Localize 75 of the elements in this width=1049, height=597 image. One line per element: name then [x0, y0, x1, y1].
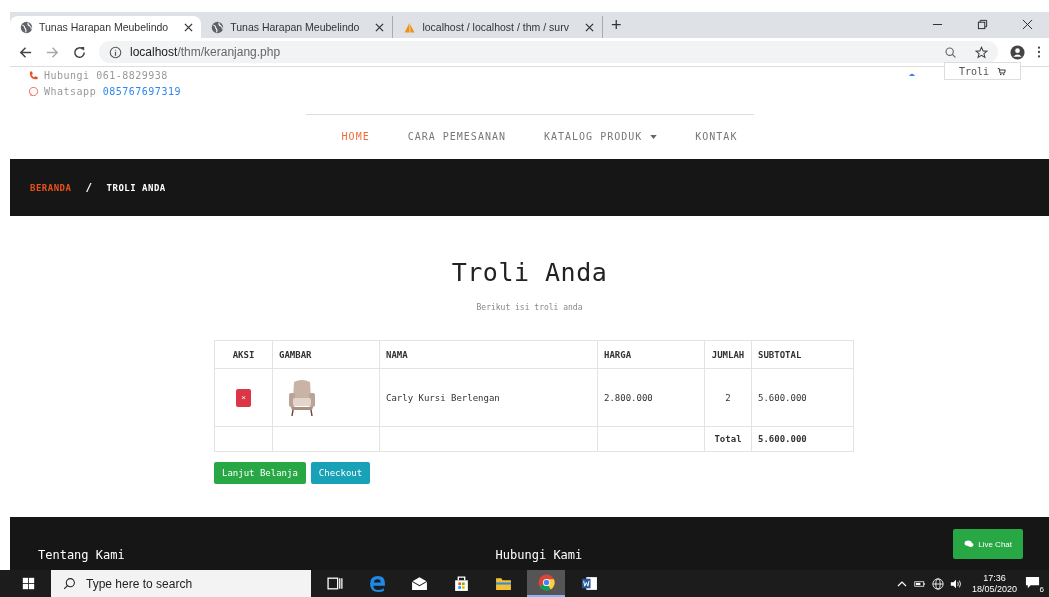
- cart-button[interactable]: Troli: [943, 62, 1021, 80]
- tab-title: Tunas Harapan Meubelindo: [39, 21, 170, 33]
- whatsapp-label: Whatsapp: [44, 86, 97, 97]
- column-header: SUBTOTAL: [751, 340, 854, 369]
- breadcrumb-separator: /: [85, 181, 93, 194]
- column-header: AKSI: [214, 340, 273, 369]
- reload-icon[interactable]: [72, 44, 87, 60]
- restore-icon[interactable]: [977, 19, 988, 30]
- search-icon: [63, 577, 76, 590]
- live-chat-button[interactable]: Live Chat: [953, 529, 1023, 559]
- total-label: Total: [704, 426, 752, 452]
- nav-link[interactable]: HOME: [341, 131, 370, 142]
- chat-icon: [964, 540, 975, 548]
- action-button[interactable]: Lanjut Belanja: [214, 462, 306, 484]
- phone-icon: [28, 70, 39, 81]
- table-cell: Carly Kursi Berlengan: [379, 368, 598, 427]
- browser-tab[interactable]: localhost / localhost / thm / surv: [393, 16, 603, 38]
- globe-icon: [20, 20, 33, 34]
- task-view-icon[interactable]: [327, 575, 344, 592]
- folder-icon[interactable]: [495, 575, 512, 592]
- page-title: Troli Anda: [451, 258, 608, 287]
- notification-count: 6: [1038, 584, 1045, 594]
- globe-icon[interactable]: [931, 577, 944, 590]
- globe-icon: [211, 20, 225, 34]
- table-cell: 2: [704, 368, 752, 427]
- page-subtitle: Berikut isi troli anda: [476, 303, 583, 312]
- browser-tab[interactable]: Tunas Harapan Meubelindo: [10, 16, 202, 38]
- new-tab-button[interactable]: +: [602, 12, 630, 38]
- table-cell: 2.800.000: [597, 368, 705, 427]
- windows-logo-icon[interactable]: [22, 577, 35, 590]
- whatsapp-link[interactable]: 085767697319: [102, 86, 181, 97]
- footer-heading: Hubungi Kami: [495, 548, 583, 562]
- edge-browser-icon[interactable]: [369, 575, 386, 592]
- chrome-logo-icon: [537, 574, 555, 591]
- notification-icon[interactable]: [1025, 574, 1040, 590]
- column-header: JUMLAH: [704, 340, 752, 369]
- phone-number-text: Hubungi 061-8829938: [44, 70, 168, 81]
- column-header: GAMBAR: [272, 340, 380, 369]
- profile-icon[interactable]: [1010, 44, 1025, 60]
- address-bar[interactable]: localhost/thm/keranjang.php: [99, 41, 998, 63]
- tab-title: Tunas Harapan Meubelindo: [230, 21, 361, 33]
- tab-title: localhost / localhost / thm / surv: [422, 21, 570, 33]
- store-bag-icon[interactable]: [453, 575, 470, 592]
- total-value: 5.600.000: [751, 426, 854, 452]
- breadcrumb-link[interactable]: BERANDA: [30, 182, 72, 193]
- breadcrumb-current: TROLI ANDA: [106, 182, 166, 193]
- mail-icon[interactable]: [411, 575, 428, 592]
- star-icon[interactable]: [975, 45, 988, 59]
- word-document-icon[interactable]: [581, 575, 598, 592]
- zoom-icon[interactable]: [944, 45, 957, 59]
- sail-logo-icon: [403, 20, 417, 34]
- clock-date: 18/05/2020: [971, 583, 1017, 595]
- close-icon[interactable]: [375, 22, 385, 32]
- close-icon[interactable]: [1022, 19, 1033, 30]
- nav-link[interactable]: CARA PEMESANAN: [407, 131, 506, 142]
- close-icon[interactable]: [584, 22, 594, 32]
- nav-link[interactable]: KONTAK: [695, 131, 738, 142]
- column-header: HARGA: [597, 340, 705, 369]
- close-icon[interactable]: [184, 22, 194, 32]
- chrome-taskbar-button[interactable]: [527, 570, 565, 597]
- delete-button[interactable]: ×: [236, 388, 251, 407]
- footer-heading: Tentang Kami: [38, 548, 125, 562]
- clock-time: 17:36: [983, 572, 1006, 584]
- speaker-icon[interactable]: [949, 577, 962, 590]
- taskbar-search-field[interactable]: Type here to search: [51, 570, 311, 597]
- menu-icon[interactable]: [1037, 45, 1041, 59]
- column-header: NAMA: [379, 340, 598, 369]
- info-icon: [109, 45, 122, 59]
- armchair-photo: [287, 378, 317, 417]
- table-cell: 5.600.000: [751, 368, 854, 427]
- browser-tab[interactable]: Tunas Harapan Meubelindo: [201, 16, 394, 38]
- nav-link[interactable]: KATALOG PRODUK: [544, 131, 658, 142]
- url-text: localhost/thm/keranjang.php: [130, 45, 281, 59]
- cart-icon: [997, 66, 1006, 76]
- action-button[interactable]: Checkout: [310, 462, 371, 484]
